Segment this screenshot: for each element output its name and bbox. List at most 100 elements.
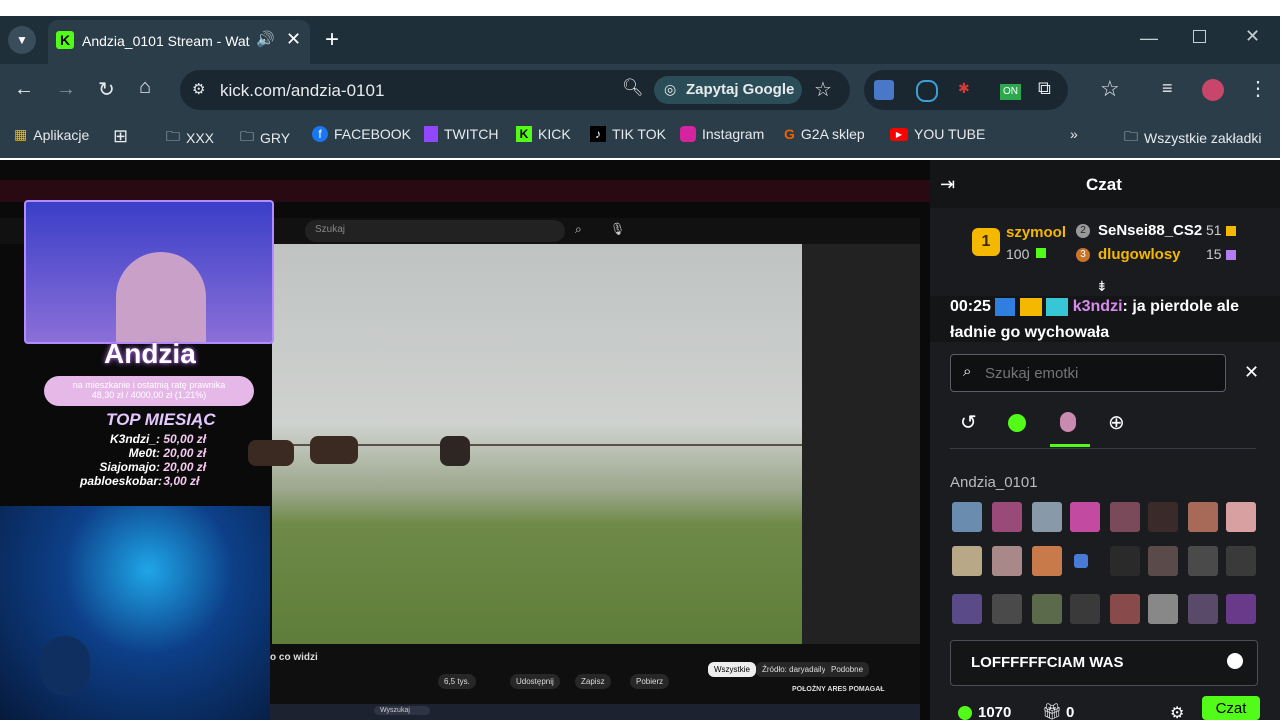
more-bookmarks-icon[interactable]: » (1070, 126, 1078, 142)
emote[interactable] (1148, 594, 1178, 624)
emote[interactable] (1110, 502, 1140, 532)
site-info-icon[interactable]: ⚙ (192, 80, 205, 98)
emote[interactable] (992, 546, 1022, 576)
puzzle-icon[interactable]: ⧉ (1038, 78, 1051, 99)
bookmark-xxx[interactable]: 🗀 XXX (166, 126, 214, 150)
donor-row: pabloeskobar: 3,00 zł (80, 474, 200, 488)
extension-circle-icon[interactable] (916, 80, 938, 102)
forward-icon[interactable]: → (56, 78, 76, 101)
emote[interactable] (1032, 502, 1062, 532)
back-icon[interactable]: ← (14, 78, 34, 101)
bookmark-gry[interactable]: 🗀 GRY (240, 126, 290, 150)
emote[interactable] (1110, 594, 1140, 624)
on-extension-icon[interactable]: ON (1000, 84, 1021, 100)
lens-icon: ◎ (664, 81, 677, 97)
emote[interactable] (1226, 502, 1256, 532)
emote-search-input[interactable] (983, 362, 1217, 384)
reload-icon[interactable]: ↻ (98, 77, 115, 102)
address-bar[interactable]: ⚙ kick.com/andzia-0101 🔍︎ ◎ Zapytaj Goog… (180, 70, 850, 110)
emote[interactable] (952, 502, 982, 532)
folder-icon: 🗀 (166, 128, 180, 144)
collapse-chat-icon[interactable]: ⇥ (940, 174, 955, 195)
kick-emotes-icon[interactable] (1008, 414, 1026, 432)
emote[interactable] (1188, 546, 1218, 576)
emote[interactable] (952, 546, 982, 576)
bookmark-g2a[interactable]: G G2A sklep (784, 126, 865, 142)
speaker-icon[interactable]: 🔊 (256, 30, 275, 48)
new-tab-icon[interactable]: + (325, 26, 339, 54)
emote[interactable] (1032, 594, 1062, 624)
minimize-icon[interactable]: — (1140, 28, 1158, 49)
emoji-icon[interactable] (1227, 653, 1243, 669)
chat-input-text: LOFFFFFFCIAM WAS (971, 654, 1124, 671)
stream-video[interactable]: Szukaj ⌕ 🎙︎ o co widzi 6,5 tys. Udostępn… (0, 160, 930, 720)
gift-count: 0 (1066, 704, 1075, 721)
home-icon[interactable]: ⌂ (139, 76, 151, 99)
bookmark-star-icon[interactable]: ☆ (1100, 76, 1120, 102)
emote[interactable] (1188, 502, 1218, 532)
bookmark-youtube[interactable]: ▶ YOU TUBE (890, 126, 985, 142)
bug-icon[interactable]: ✱ (958, 80, 970, 97)
close-emotes-icon[interactable]: ✕ (1244, 362, 1259, 383)
emote[interactable] (1226, 546, 1256, 576)
gift-box-icon[interactable]: 🎁︎ (1042, 702, 1062, 722)
leader-2-name[interactable]: SeNsei88_CS2 (1098, 222, 1202, 239)
emote[interactable] (1032, 546, 1062, 576)
menu-icon[interactable]: ⋮ (1248, 76, 1268, 101)
global-emotes-icon[interactable]: ⊕ (1108, 410, 1125, 435)
maximize-icon[interactable] (1193, 30, 1206, 43)
tab-groups-icon[interactable]: ⊞ (113, 126, 128, 147)
star-icon[interactable]: ☆ (814, 77, 832, 102)
emote[interactable] (1226, 594, 1256, 624)
close-window-icon[interactable]: ✕ (1245, 26, 1260, 47)
emote[interactable] (1070, 502, 1100, 532)
emote[interactable] (992, 594, 1022, 624)
chat-input[interactable]: LOFFFFFFCIAM WAS (950, 640, 1258, 686)
emote[interactable] (1148, 502, 1178, 532)
recent-emotes-icon[interactable]: ↺ (960, 410, 977, 435)
goal-bar: na mieszkanie i ostatnią ratę prawnika 4… (44, 376, 254, 406)
leader-3-name[interactable]: dlugowlosy (1098, 246, 1181, 263)
send-chat-button[interactable]: Czat (1202, 696, 1260, 720)
ask-google-button[interactable]: ◎ Zapytaj Google (654, 76, 802, 104)
channel-points[interactable]: 1070 (978, 704, 1011, 721)
profile-avatar[interactable] (1202, 79, 1224, 101)
tab-search-button[interactable]: ▼ (8, 26, 36, 54)
active-tab[interactable]: K Andzia_0101 Stream - Watc 🔊 ✕ (48, 20, 310, 64)
emote[interactable] (1148, 546, 1178, 576)
bookmark-kick[interactable]: K KICK (516, 126, 571, 142)
youtube-icon: ▶ (890, 127, 908, 141)
bronze-rank-badge: 3 (1076, 248, 1090, 262)
emote-search-field[interactable]: ⌕ (950, 354, 1226, 392)
settings-icon[interactable]: ⚙ (1170, 703, 1184, 723)
emote[interactable] (952, 594, 982, 624)
inner-youtube-info: o co widzi 6,5 tys. Udostępnij Zapisz Po… (270, 644, 920, 704)
bookmark-tiktok[interactable]: ♪ TIK TOK (590, 126, 666, 142)
emote[interactable] (1188, 594, 1218, 624)
folder-icon: 🗀 (240, 128, 254, 144)
emote[interactable] (992, 502, 1022, 532)
kick-favicon-icon: K (56, 31, 74, 49)
pin-icon[interactable]: ⇟ (1096, 278, 1108, 295)
emote[interactable] (1110, 546, 1140, 576)
translate-icon[interactable] (874, 80, 894, 100)
bookmark-facebook[interactable]: f FACEBOOK (312, 126, 411, 142)
emote[interactable] (1070, 594, 1100, 624)
bookmark-twitch[interactable]: TWITCH (424, 126, 498, 142)
close-tab-icon[interactable]: ✕ (286, 29, 301, 50)
message-user[interactable]: k3ndzi (1073, 298, 1123, 315)
donor-row: Me0t: 20,00 zł (128, 446, 207, 460)
bookmark-apps[interactable]: ▦ Aplikacje (14, 126, 89, 143)
bookmark-instagram[interactable]: Instagram (680, 126, 764, 142)
leader-1-score: 100 (1006, 246, 1030, 262)
goal-text: na mieszkanie i ostatnią ratę prawnika (72, 380, 226, 390)
leader-1-name[interactable]: szymool (1006, 224, 1066, 241)
channel-emotes-icon[interactable] (1060, 412, 1076, 432)
emote[interactable] (1074, 554, 1088, 568)
inner-search-icon: ⌕ (575, 222, 582, 236)
zoom-search-icon[interactable]: 🔍︎ (622, 78, 644, 98)
reading-list-icon[interactable]: ≡ (1162, 78, 1173, 99)
all-bookmarks[interactable]: 🗀 Wszystkie zakładki (1124, 126, 1261, 150)
silver-rank-badge: 2 (1076, 224, 1090, 238)
goal-amount: 48,30 zł / 4000,00 zł (1,21%) (91, 390, 207, 400)
